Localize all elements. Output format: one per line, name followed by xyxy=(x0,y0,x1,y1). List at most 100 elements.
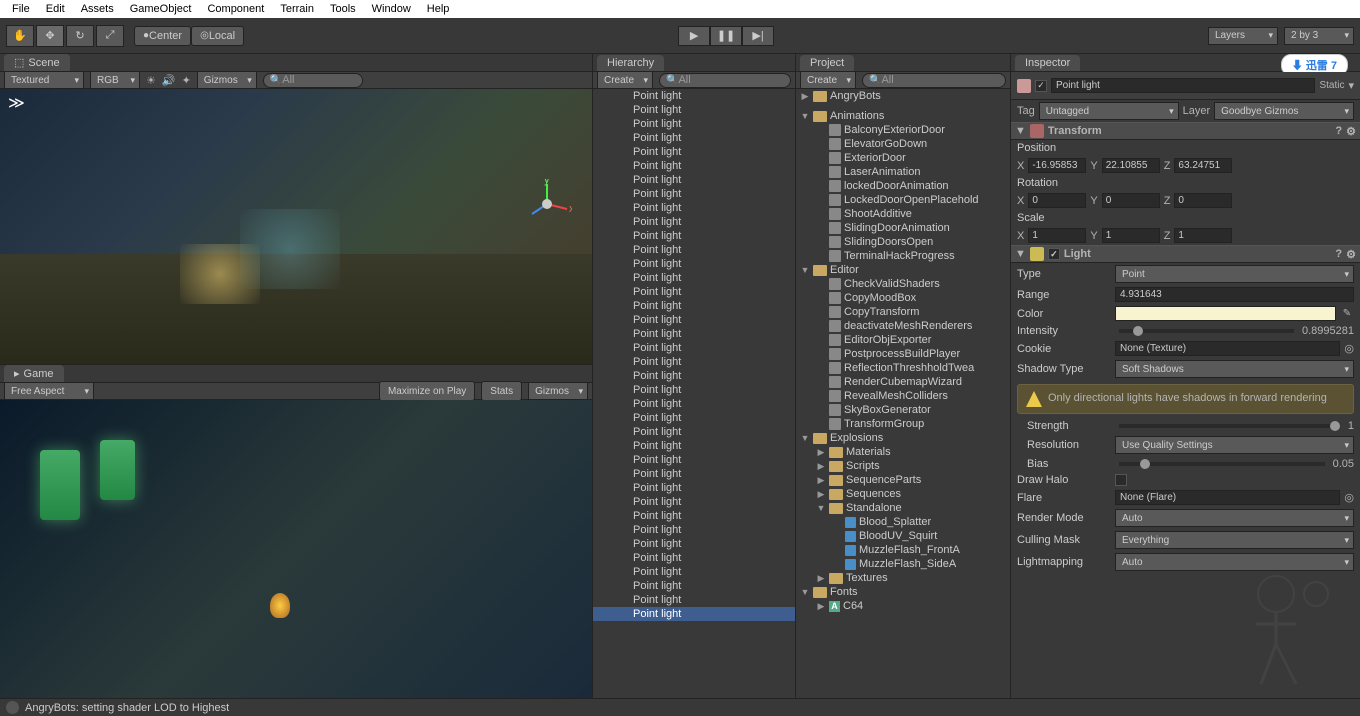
component-settings-icon[interactable]: ⚙ xyxy=(1346,125,1356,138)
pivot-mode-button[interactable]: ● Center xyxy=(134,26,191,46)
project-tab[interactable]: Project xyxy=(800,55,854,71)
hierarchy-item[interactable]: Point light xyxy=(593,439,795,453)
flare-field[interactable] xyxy=(1115,490,1340,505)
foldout-icon[interactable]: ▼ xyxy=(1015,248,1026,260)
scene-search[interactable]: 🔍 All xyxy=(263,73,363,88)
move-tool-button[interactable]: ✥ xyxy=(36,25,64,47)
project-item[interactable]: MuzzleFlash_FrontA xyxy=(796,543,1010,557)
hierarchy-item[interactable]: Point light xyxy=(593,327,795,341)
step-button[interactable]: ▶| xyxy=(742,26,774,46)
position-y-field[interactable] xyxy=(1102,158,1160,173)
project-item[interactable]: ▶Sequences xyxy=(796,487,1010,501)
foldout-icon[interactable]: ▼ xyxy=(1015,125,1026,137)
component-help-icon[interactable]: ? xyxy=(1335,248,1342,260)
rotation-y-field[interactable] xyxy=(1102,193,1160,208)
foldout-icon[interactable]: ▶ xyxy=(816,447,826,458)
hierarchy-item[interactable]: Point light xyxy=(593,229,795,243)
hierarchy-item[interactable]: Point light xyxy=(593,159,795,173)
strength-slider[interactable] xyxy=(1119,424,1340,428)
hierarchy-item[interactable]: Point light xyxy=(593,383,795,397)
project-item[interactable]: ▼Animations xyxy=(796,109,1010,123)
hierarchy-create-dropdown[interactable]: Create xyxy=(597,71,653,89)
foldout-icon[interactable]: ▶ xyxy=(816,475,826,486)
light-color-swatch[interactable] xyxy=(1115,306,1336,321)
hierarchy-item[interactable]: Point light xyxy=(593,271,795,285)
project-item[interactable]: RenderCubemapWizard xyxy=(796,375,1010,389)
layer-dropdown[interactable]: Goodbye Gizmos xyxy=(1214,102,1354,120)
menu-file[interactable]: File xyxy=(4,1,38,17)
hierarchy-item[interactable]: Point light xyxy=(593,537,795,551)
scale-tool-button[interactable]: ⤢ xyxy=(96,25,124,47)
scale-x-field[interactable] xyxy=(1028,228,1086,243)
hierarchy-item[interactable]: Point light xyxy=(593,103,795,117)
hierarchy-item[interactable]: Point light xyxy=(593,187,795,201)
scene-render-mode[interactable]: RGB xyxy=(90,71,140,89)
bias-slider[interactable] xyxy=(1119,462,1325,466)
scene-audio-toggle[interactable]: 🔊 xyxy=(162,74,176,87)
hierarchy-item[interactable]: Point light xyxy=(593,313,795,327)
project-item[interactable]: EditorObjExporter xyxy=(796,333,1010,347)
hierarchy-item[interactable]: Point light xyxy=(593,215,795,229)
lightmapping-dropdown[interactable]: Auto xyxy=(1115,553,1354,571)
light-component-header[interactable]: ▼ ✓ Light ? ⚙ xyxy=(1011,245,1360,263)
menu-assets[interactable]: Assets xyxy=(73,1,122,17)
foldout-icon[interactable]: ▶ xyxy=(800,91,810,102)
hierarchy-item[interactable]: Point light xyxy=(593,509,795,523)
intensity-slider[interactable] xyxy=(1119,329,1294,333)
project-item[interactable]: ▶Materials xyxy=(796,445,1010,459)
orientation-gizmo[interactable]: x y xyxy=(522,179,572,229)
project-item[interactable]: RevealMeshColliders xyxy=(796,389,1010,403)
position-z-field[interactable] xyxy=(1174,158,1232,173)
project-item[interactable]: BalconyExteriorDoor xyxy=(796,123,1010,137)
project-item[interactable]: ▶SequenceParts xyxy=(796,473,1010,487)
project-item[interactable]: CheckValidShaders xyxy=(796,277,1010,291)
project-item[interactable]: ▼Editor xyxy=(796,263,1010,277)
hierarchy-item[interactable]: Point light xyxy=(593,341,795,355)
game-aspect-dropdown[interactable]: Free Aspect xyxy=(4,382,94,400)
project-tree[interactable]: ▶AngryBots ▼AnimationsBalconyExteriorDoor… xyxy=(796,89,1010,698)
rotate-tool-button[interactable]: ↻ xyxy=(66,25,94,47)
scale-y-field[interactable] xyxy=(1102,228,1160,243)
project-item[interactable]: lockedDoorAnimation xyxy=(796,179,1010,193)
menu-terrain[interactable]: Terrain xyxy=(272,1,322,17)
project-search[interactable]: 🔍All xyxy=(862,73,1006,88)
project-item[interactable]: ▶Scripts xyxy=(796,459,1010,473)
project-item[interactable]: ▶AngryBots xyxy=(796,89,1010,103)
scale-z-field[interactable] xyxy=(1174,228,1232,243)
hierarchy-item[interactable]: Point light xyxy=(593,397,795,411)
hierarchy-item[interactable]: Point light xyxy=(593,425,795,439)
hierarchy-item[interactable]: Point light xyxy=(593,551,795,565)
project-item[interactable]: MuzzleFlash_SideA xyxy=(796,557,1010,571)
hand-tool-button[interactable]: ✋ xyxy=(6,25,34,47)
rotation-x-field[interactable] xyxy=(1028,193,1086,208)
project-item[interactable]: ▼Explosions xyxy=(796,431,1010,445)
hierarchy-item[interactable]: Point light xyxy=(593,495,795,509)
drawhalo-checkbox[interactable] xyxy=(1115,474,1127,486)
scene-gizmos-dropdown[interactable]: Gizmos xyxy=(197,71,257,89)
hierarchy-item[interactable]: Point light xyxy=(593,369,795,383)
project-item[interactable]: LaserAnimation xyxy=(796,165,1010,179)
hierarchy-item[interactable]: Point light xyxy=(593,579,795,593)
rendermode-dropdown[interactable]: Auto xyxy=(1115,509,1354,527)
pivot-rotation-button[interactable]: ◎ Local xyxy=(191,26,244,46)
project-item[interactable]: Blood_Splatter xyxy=(796,515,1010,529)
hierarchy-item[interactable]: Point light xyxy=(593,201,795,215)
project-item[interactable]: ▶AC64 xyxy=(796,599,1010,613)
project-item[interactable]: ShootAdditive xyxy=(796,207,1010,221)
foldout-icon[interactable]: ▼ xyxy=(800,265,810,275)
foldout-icon[interactable]: ▼ xyxy=(800,433,810,443)
hierarchy-search[interactable]: 🔍All xyxy=(659,73,791,88)
hierarchy-item[interactable]: Point light xyxy=(593,355,795,369)
menu-tools[interactable]: Tools xyxy=(322,1,364,17)
menu-edit[interactable]: Edit xyxy=(38,1,73,17)
shadow-type-dropdown[interactable]: Soft Shadows xyxy=(1115,360,1354,378)
project-item[interactable]: TerminalHackProgress xyxy=(796,249,1010,263)
game-gizmos-dropdown[interactable]: Gizmos xyxy=(528,382,588,400)
project-item[interactable]: LockedDoorOpenPlacehold xyxy=(796,193,1010,207)
stats-toggle[interactable]: Stats xyxy=(481,381,522,401)
project-item[interactable]: SlidingDoorAnimation xyxy=(796,221,1010,235)
project-item[interactable]: CopyMoodBox xyxy=(796,291,1010,305)
light-cookie-field[interactable] xyxy=(1115,341,1340,356)
project-item[interactable]: ExteriorDoor xyxy=(796,151,1010,165)
light-type-dropdown[interactable]: Point xyxy=(1115,265,1354,283)
